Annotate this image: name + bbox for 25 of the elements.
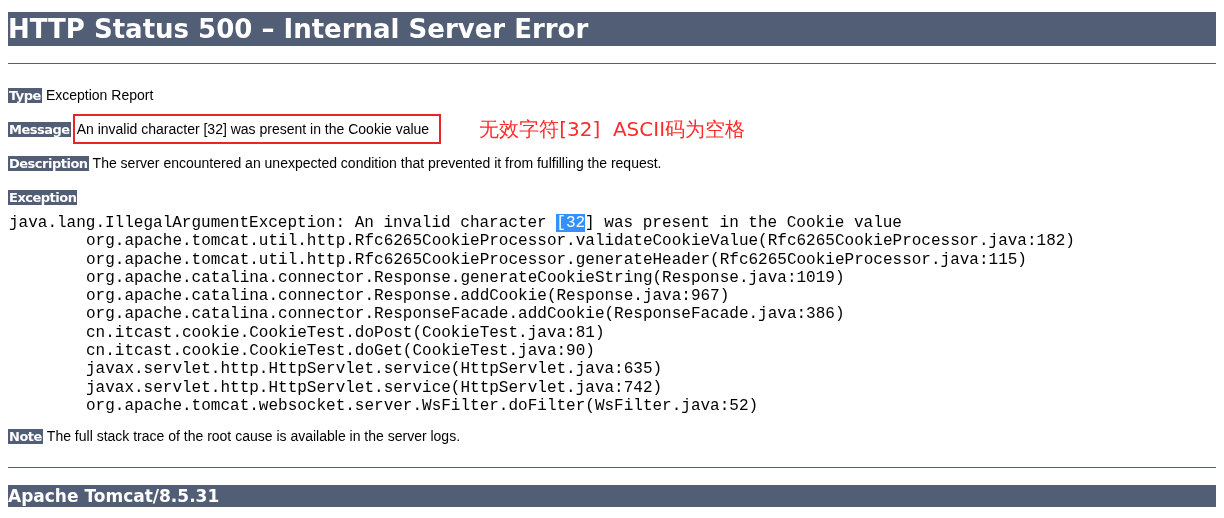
stack-frame: javax.servlet.http.HttpServlet.service(HttpServlet.java:742) <box>9 378 1216 397</box>
stack-frame: org.apache.tomcat.websocket.server.WsFilter.doFilter(WsFilter.java:52) <box>9 396 1216 416</box>
page-title: HTTP Status 500 – Internal Server Error <box>8 13 589 46</box>
field-value: Exception Report <box>45 86 154 105</box>
exception-text: ] was present in the Cookie value <box>585 214 902 232</box>
field-label: Note <box>8 428 43 444</box>
stack-frame: cn.itcast.cookie.CookieTest.doPost(CookieTest.java:81) <box>9 323 1216 343</box>
stack-frame: cn.itcast.cookie.CookieTest.doGet(CookieTest.java:90) <box>9 342 1216 361</box>
field-label: Message <box>8 121 71 137</box>
stack-frame: org.apache.catalina.connector.Response.addCookie(Response.java:967) <box>9 287 1216 306</box>
field-value: The server encountered an unexpected condition that prevented it from fulfilling the request. <box>92 154 662 173</box>
stack-frame: org.apache.tomcat.util.http.Rfc6265CookieProcessor.validateCookieValue(Rfc6265CookieProcessor.java:182) <box>9 232 1216 251</box>
annotation-text: 无效字符[32] ASCII码为空格 <box>479 115 746 143</box>
stack-frame: javax.servlet.http.HttpServlet.service(HttpServlet.java:635) <box>9 360 1216 379</box>
stack-frame: org.apache.catalina.connector.ResponseFacade.addCookie(ResponseFacade.java:386) <box>9 305 1216 324</box>
exception-text: java.lang.IllegalArgumentException: An invalid character <box>9 214 548 232</box>
selected-text: [32 <box>556 214 586 232</box>
stack-frame: org.apache.tomcat.util.http.Rfc6265CookieProcessor.generateHeader(Rfc6265CookieProcessor.java:115) <box>9 250 1216 269</box>
field-value: The full stack trace of the root cause is available in the server logs. <box>46 427 461 447</box>
stack-frame: org.apache.catalina.connector.Response.generateCookieString(Response.java:1019) <box>9 268 1216 288</box>
field-value: An invalid character [32] was present in the Cookie value <box>72 114 442 144</box>
field-label: Type <box>8 87 42 103</box>
server-version: Apache Tomcat/8.5.31 <box>8 485 220 508</box>
field-label: Exception <box>8 189 78 205</box>
field-label: Description <box>8 155 89 171</box>
